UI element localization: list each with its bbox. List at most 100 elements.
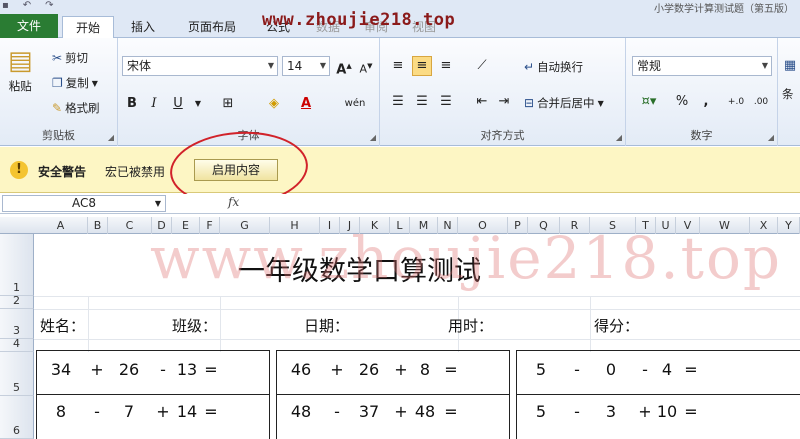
currency-icon[interactable]: ¤▾	[634, 92, 664, 112]
align-top-icon[interactable]: ≡	[388, 56, 408, 76]
problem-cell[interactable]: 26	[356, 360, 382, 379]
decrease-indent-icon[interactable]: ⇤	[472, 92, 492, 112]
percent-button[interactable]: %	[672, 92, 692, 112]
problem-cell[interactable]: 48	[288, 402, 314, 421]
paste-label: 粘贴	[8, 79, 32, 93]
fill-color-icon[interactable]: ◈	[264, 94, 284, 114]
problem-cell[interactable]: =	[198, 360, 224, 379]
problem-cell[interactable]: +	[388, 360, 414, 379]
problem-cell[interactable]: 8	[48, 402, 74, 421]
problem-cell[interactable]: =	[198, 402, 224, 421]
row-header-2[interactable]: 2	[0, 294, 34, 309]
problem-cell[interactable]: 14	[174, 402, 200, 421]
save-icon[interactable]: ▪	[2, 0, 9, 11]
problem-cell[interactable]: 8	[412, 360, 438, 379]
row-header-4[interactable]: 4	[0, 337, 34, 352]
dialog-launcher-icon[interactable]: ◢	[370, 133, 376, 142]
problem-cell[interactable]: 5	[528, 360, 554, 379]
decrease-decimal-button[interactable]: .00	[748, 92, 774, 112]
problem-cell[interactable]: 4	[654, 360, 680, 379]
align-bottom-icon[interactable]: ≡	[436, 56, 456, 76]
problem-cell[interactable]: 5	[528, 402, 554, 421]
problem-cell[interactable]: =	[678, 360, 704, 379]
problem-cell[interactable]: 48	[412, 402, 438, 421]
column-header-b[interactable]: B	[88, 217, 108, 234]
conditional-format-icon[interactable]: ▦	[780, 56, 800, 76]
align-left-icon[interactable]: ☰	[388, 92, 408, 112]
problem-cell[interactable]: 13	[174, 360, 200, 379]
problem-cell[interactable]: =	[438, 402, 464, 421]
problem-cell[interactable]: +	[388, 402, 414, 421]
font-size-select[interactable]: 14 ▼	[282, 56, 330, 76]
name-box[interactable]: AC8 ▼	[2, 195, 166, 212]
comma-button[interactable]: ,	[696, 92, 716, 112]
name-field-label[interactable]: 姓名：	[40, 315, 85, 336]
score-field-label[interactable]: 得分：	[594, 315, 639, 336]
problem-cell[interactable]: 26	[116, 360, 142, 379]
shrink-font-button[interactable]: A▼	[356, 56, 376, 76]
number-format-select[interactable]: 常规 ▼	[632, 56, 772, 76]
increase-indent-icon[interactable]: ⇥	[494, 92, 514, 112]
problem-cell[interactable]: +	[150, 402, 176, 421]
cut-button[interactable]: ✂ 剪切	[52, 50, 88, 66]
orientation-icon[interactable]: ⟋	[472, 56, 492, 76]
problem-cell[interactable]: -	[84, 402, 110, 421]
problem-cell[interactable]: 0	[598, 360, 624, 379]
problem-cell[interactable]: 46	[288, 360, 314, 379]
row-header-3[interactable]: 3	[0, 309, 34, 339]
grow-font-button[interactable]: A▲	[334, 56, 354, 77]
problem-cell[interactable]: +	[84, 360, 110, 379]
time-field-label[interactable]: 用时：	[448, 315, 493, 336]
problem-cell[interactable]: -	[564, 402, 590, 421]
paste-button[interactable]: ▤ 粘贴	[8, 46, 33, 94]
align-center-icon[interactable]: ☰	[412, 92, 432, 112]
align-right-icon[interactable]: ☰	[436, 92, 456, 112]
problem-cell[interactable]: 3	[598, 402, 624, 421]
copy-button[interactable]: ❐ 复制 ▼	[52, 75, 98, 91]
row-number: 5	[13, 381, 20, 394]
problem-cell[interactable]: 7	[116, 402, 142, 421]
row-header-6[interactable]: 6	[0, 396, 34, 439]
chevron-down-icon[interactable]: ▼	[188, 94, 208, 114]
merge-center-button[interactable]: ⊟ 合并后居中 ▼	[524, 95, 604, 111]
increase-decimal-button[interactable]: +.0	[724, 92, 748, 112]
phonetic-button[interactable]: wén	[340, 94, 370, 114]
problem-cell[interactable]: =	[678, 402, 704, 421]
function-icon[interactable]: fx	[228, 195, 239, 209]
dialog-launcher-icon[interactable]: ◢	[768, 133, 774, 142]
tab-file[interactable]: 文件	[0, 14, 58, 38]
tab-home[interactable]: 开始	[62, 16, 114, 39]
italic-button[interactable]: I	[144, 94, 164, 114]
border-icon[interactable]: ⊞	[218, 94, 238, 114]
wrap-text-button[interactable]: ↵ 自动换行	[524, 59, 583, 75]
problem-cell[interactable]: -	[150, 360, 176, 379]
problem-cell[interactable]: 34	[48, 360, 74, 379]
format-painter-button[interactable]: ✎ 格式刷	[52, 100, 100, 116]
underline-button[interactable]: U	[168, 94, 188, 114]
tab-insert[interactable]: 插入	[122, 16, 164, 38]
problem-cell[interactable]: 10	[654, 402, 680, 421]
tab-page-layout[interactable]: 页面布局	[178, 16, 246, 38]
conditional-format-button[interactable]: 条	[782, 86, 794, 102]
class-field-label[interactable]: 班级：	[172, 315, 217, 336]
row-header-1[interactable]: 1	[0, 234, 34, 296]
date-field-label[interactable]: 日期：	[304, 315, 349, 336]
column-header-a[interactable]: A	[34, 217, 88, 234]
align-middle-icon[interactable]: ≡	[412, 56, 432, 76]
row-header-5[interactable]: 5	[0, 352, 34, 396]
dialog-launcher-icon[interactable]: ◢	[108, 133, 114, 142]
bold-button[interactable]: B	[122, 94, 142, 114]
ribbon: ▤ 粘贴 ✂ 剪切 ❐ 复制 ▼ ✎ 格式刷 剪贴板 ◢ 宋体 ▼ 14 ▼ A…	[0, 38, 800, 146]
dialog-launcher-icon[interactable]: ◢	[616, 133, 622, 142]
problem-cell[interactable]: +	[324, 360, 350, 379]
problem-cell[interactable]: -	[564, 360, 590, 379]
problem-cell[interactable]: -	[324, 402, 350, 421]
undo-icon[interactable]: ↶	[23, 0, 31, 11]
font-name-select[interactable]: 宋体 ▼	[122, 56, 278, 76]
merge-icon: ⊟	[524, 96, 535, 110]
problem-cell[interactable]: =	[438, 360, 464, 379]
font-color-icon[interactable]: A	[296, 94, 316, 114]
column-header-c[interactable]: C	[108, 217, 152, 234]
problem-cell[interactable]: 37	[356, 402, 382, 421]
redo-icon[interactable]: ↷	[45, 0, 53, 11]
